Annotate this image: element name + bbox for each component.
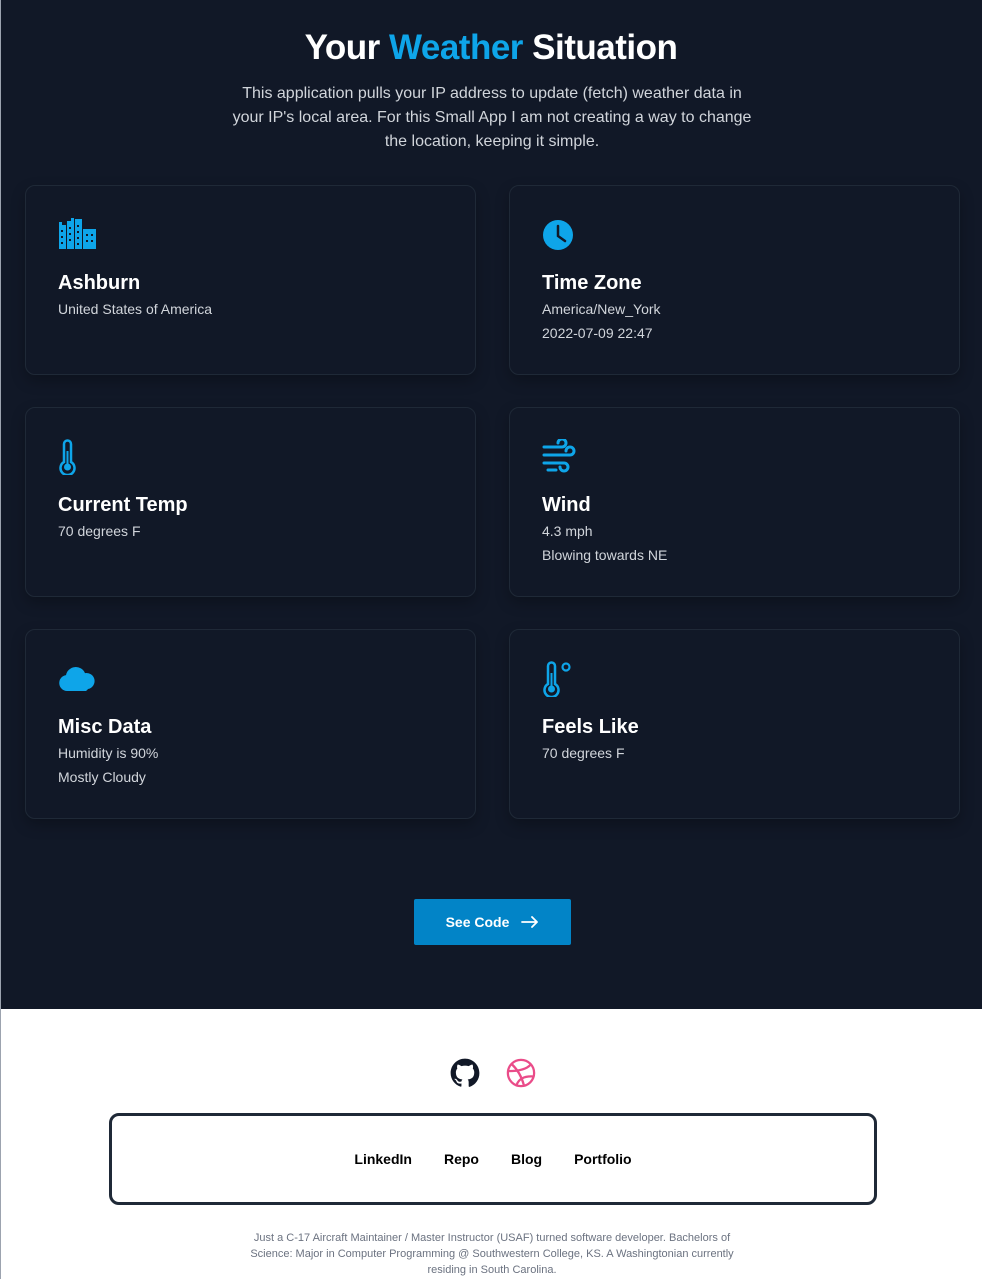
page-title: Your Weather Situation: [0, 27, 982, 69]
feels-like-card: Feels Like 70 degrees F: [509, 629, 960, 819]
card-detail-secondary: Mostly Cloudy: [58, 769, 146, 785]
card-detail: America/New_York: [542, 301, 661, 317]
wind-card: Wind 4.3 mph Blowing towards NE: [509, 407, 960, 597]
arrow-right-icon: [521, 916, 539, 928]
card-detail: United States of America: [58, 301, 213, 317]
cloud-icon: [59, 667, 95, 691]
page-subtitle: This application pulls your IP address t…: [232, 85, 752, 150]
city-icon: [59, 218, 96, 249]
card-detail: Humidity is 90%: [58, 745, 159, 761]
card-detail-secondary: 2022-07-09 22:47: [542, 325, 653, 341]
thermometer-icon: [59, 439, 76, 475]
card-title: Current Temp: [58, 494, 188, 516]
card-detail: 70 degrees F: [542, 745, 625, 761]
misc-data-card: Misc Data Humidity is 90% Mostly Cloudy: [25, 629, 476, 819]
footer-nav: LinkedIn Repo Blog Portfolio: [109, 1113, 877, 1205]
card-detail: 4.3 mph: [542, 523, 593, 539]
see-code-button[interactable]: See Code: [414, 899, 571, 945]
wind-icon: [542, 439, 576, 473]
card-title: Time Zone: [542, 272, 642, 294]
card-detail-secondary: Blowing towards NE: [542, 547, 668, 563]
author-bio: Just a C-17 Aircraft Maintainer / Master…: [250, 1232, 734, 1276]
card-title: Feels Like: [542, 716, 639, 738]
title-accent: Weather: [388, 28, 523, 67]
github-icon[interactable]: [450, 1058, 480, 1088]
footer-link-linkedin[interactable]: LinkedIn: [354, 1151, 412, 1167]
card-title: Ashburn: [58, 272, 141, 294]
temperature-degree-icon: [543, 661, 571, 697]
page-edge: [0, 0, 1, 1279]
location-card: Ashburn United States of America: [25, 185, 476, 375]
footer-link-repo[interactable]: Repo: [444, 1151, 479, 1167]
card-title: Misc Data: [58, 716, 152, 738]
current-temp-card: Current Temp 70 degrees F: [25, 407, 476, 597]
footer-link-portfolio[interactable]: Portfolio: [574, 1151, 632, 1167]
see-code-label: See Code: [445, 914, 510, 930]
card-detail: 70 degrees F: [58, 523, 141, 539]
dribbble-icon[interactable]: [506, 1058, 536, 1088]
title-part-1: Your: [304, 28, 381, 67]
title-part-2: Situation: [532, 28, 678, 67]
timezone-card: Time Zone America/New_York 2022-07-09 22…: [509, 185, 960, 375]
footer-link-blog[interactable]: Blog: [511, 1151, 542, 1167]
clock-icon: [543, 220, 573, 250]
card-title: Wind: [542, 494, 591, 516]
